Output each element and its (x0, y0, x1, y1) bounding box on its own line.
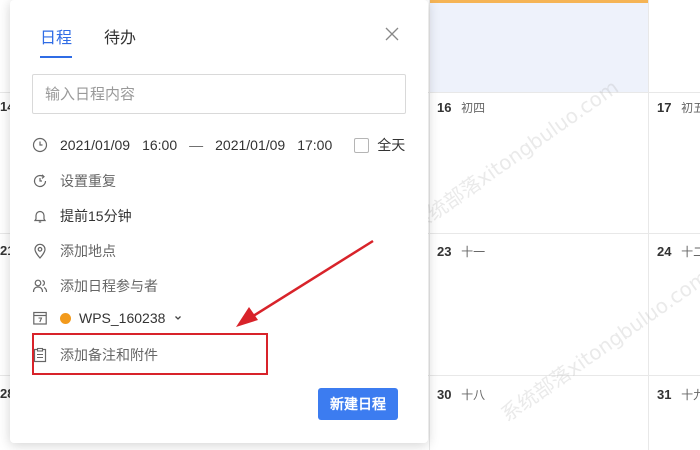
end-time[interactable]: 17:00 (297, 137, 332, 153)
notes-highlight-box (32, 333, 268, 375)
calendar-day-number: 16 (437, 100, 452, 115)
location-row[interactable]: 添加地点 (32, 241, 116, 261)
participants-row[interactable]: 添加日程参与者 (32, 276, 158, 296)
calendar-day-cell[interactable]: 17 初五 (657, 99, 700, 116)
calendar-day-cell[interactable]: 31 十九 (657, 386, 700, 403)
calendar-day-number: 24 (657, 244, 672, 259)
calendar-today-accent (429, 0, 648, 3)
people-icon (32, 279, 48, 293)
tab-todo[interactable]: 待办 (104, 24, 136, 58)
create-event-button[interactable]: 新建日程 (318, 388, 398, 420)
allday-option[interactable]: 全天 (354, 135, 405, 155)
calendar-day-cell[interactable]: 16 初四 (437, 99, 485, 116)
clock-icon (32, 137, 48, 153)
calendar-day-cell[interactable]: 30 十八 (437, 386, 485, 403)
reminder-row[interactable]: 提前15分钟 (32, 206, 132, 226)
calendar-day-number: 23 (437, 244, 452, 259)
tab-schedule[interactable]: 日程 (40, 24, 73, 58)
location-label: 添加地点 (60, 243, 116, 259)
calendar-lunar-date: 十九 (681, 388, 700, 402)
calendar-lunar-date: 十八 (461, 388, 486, 402)
start-date[interactable]: 2021/01/09 (60, 137, 130, 153)
dialog-tabs: 日程 待办 (40, 24, 136, 58)
calendar-day-cell[interactable]: 23 十一 (437, 243, 485, 260)
calendar-day-number: 31 (657, 387, 672, 402)
calendar-day-number: 30 (437, 387, 452, 402)
event-content-input[interactable] (32, 74, 406, 114)
allday-checkbox[interactable] (354, 137, 370, 153)
calendar-day-cell[interactable]: 24 十二 (657, 243, 700, 260)
time-separator: — (189, 137, 204, 153)
time-row: 2021/01/09 16:00 — 2021/01/09 17:00 全天 (32, 135, 405, 155)
calendar-icon (33, 311, 47, 325)
repeat-clock-icon (33, 174, 47, 188)
repeat-row[interactable]: 设置重复 (32, 171, 116, 191)
calendar-color-dot (60, 312, 71, 324)
start-time[interactable]: 16:00 (142, 137, 177, 153)
calendar-lunar-date: 初四 (461, 101, 486, 115)
calendar-divider (429, 0, 430, 450)
calendar-today-band (429, 0, 648, 92)
new-event-dialog: 日程 待办 2021/01/09 16:00 — 2021/01/09 17:0… (10, 0, 428, 443)
calendar-lunar-date: 十二 (681, 245, 700, 259)
calendar-lunar-date: 十一 (461, 245, 486, 259)
end-date[interactable]: 2021/01/09 (215, 137, 285, 153)
repeat-label: 设置重复 (60, 173, 116, 189)
allday-label: 全天 (377, 137, 406, 153)
location-pin-icon (34, 243, 46, 259)
calendar-divider (648, 0, 649, 450)
calendar-day-number: 17 (657, 100, 672, 115)
calendar-lunar-date: 初五 (681, 101, 700, 115)
close-icon[interactable] (384, 26, 400, 42)
bell-icon (33, 210, 47, 223)
calendar-name: WPS_160238 (79, 310, 166, 326)
calendar-selector[interactable]: WPS_160238 (32, 310, 183, 326)
reminder-label: 提前15分钟 (60, 208, 132, 224)
chevron-down-icon[interactable] (173, 313, 183, 323)
participants-label: 添加日程参与者 (60, 278, 158, 294)
